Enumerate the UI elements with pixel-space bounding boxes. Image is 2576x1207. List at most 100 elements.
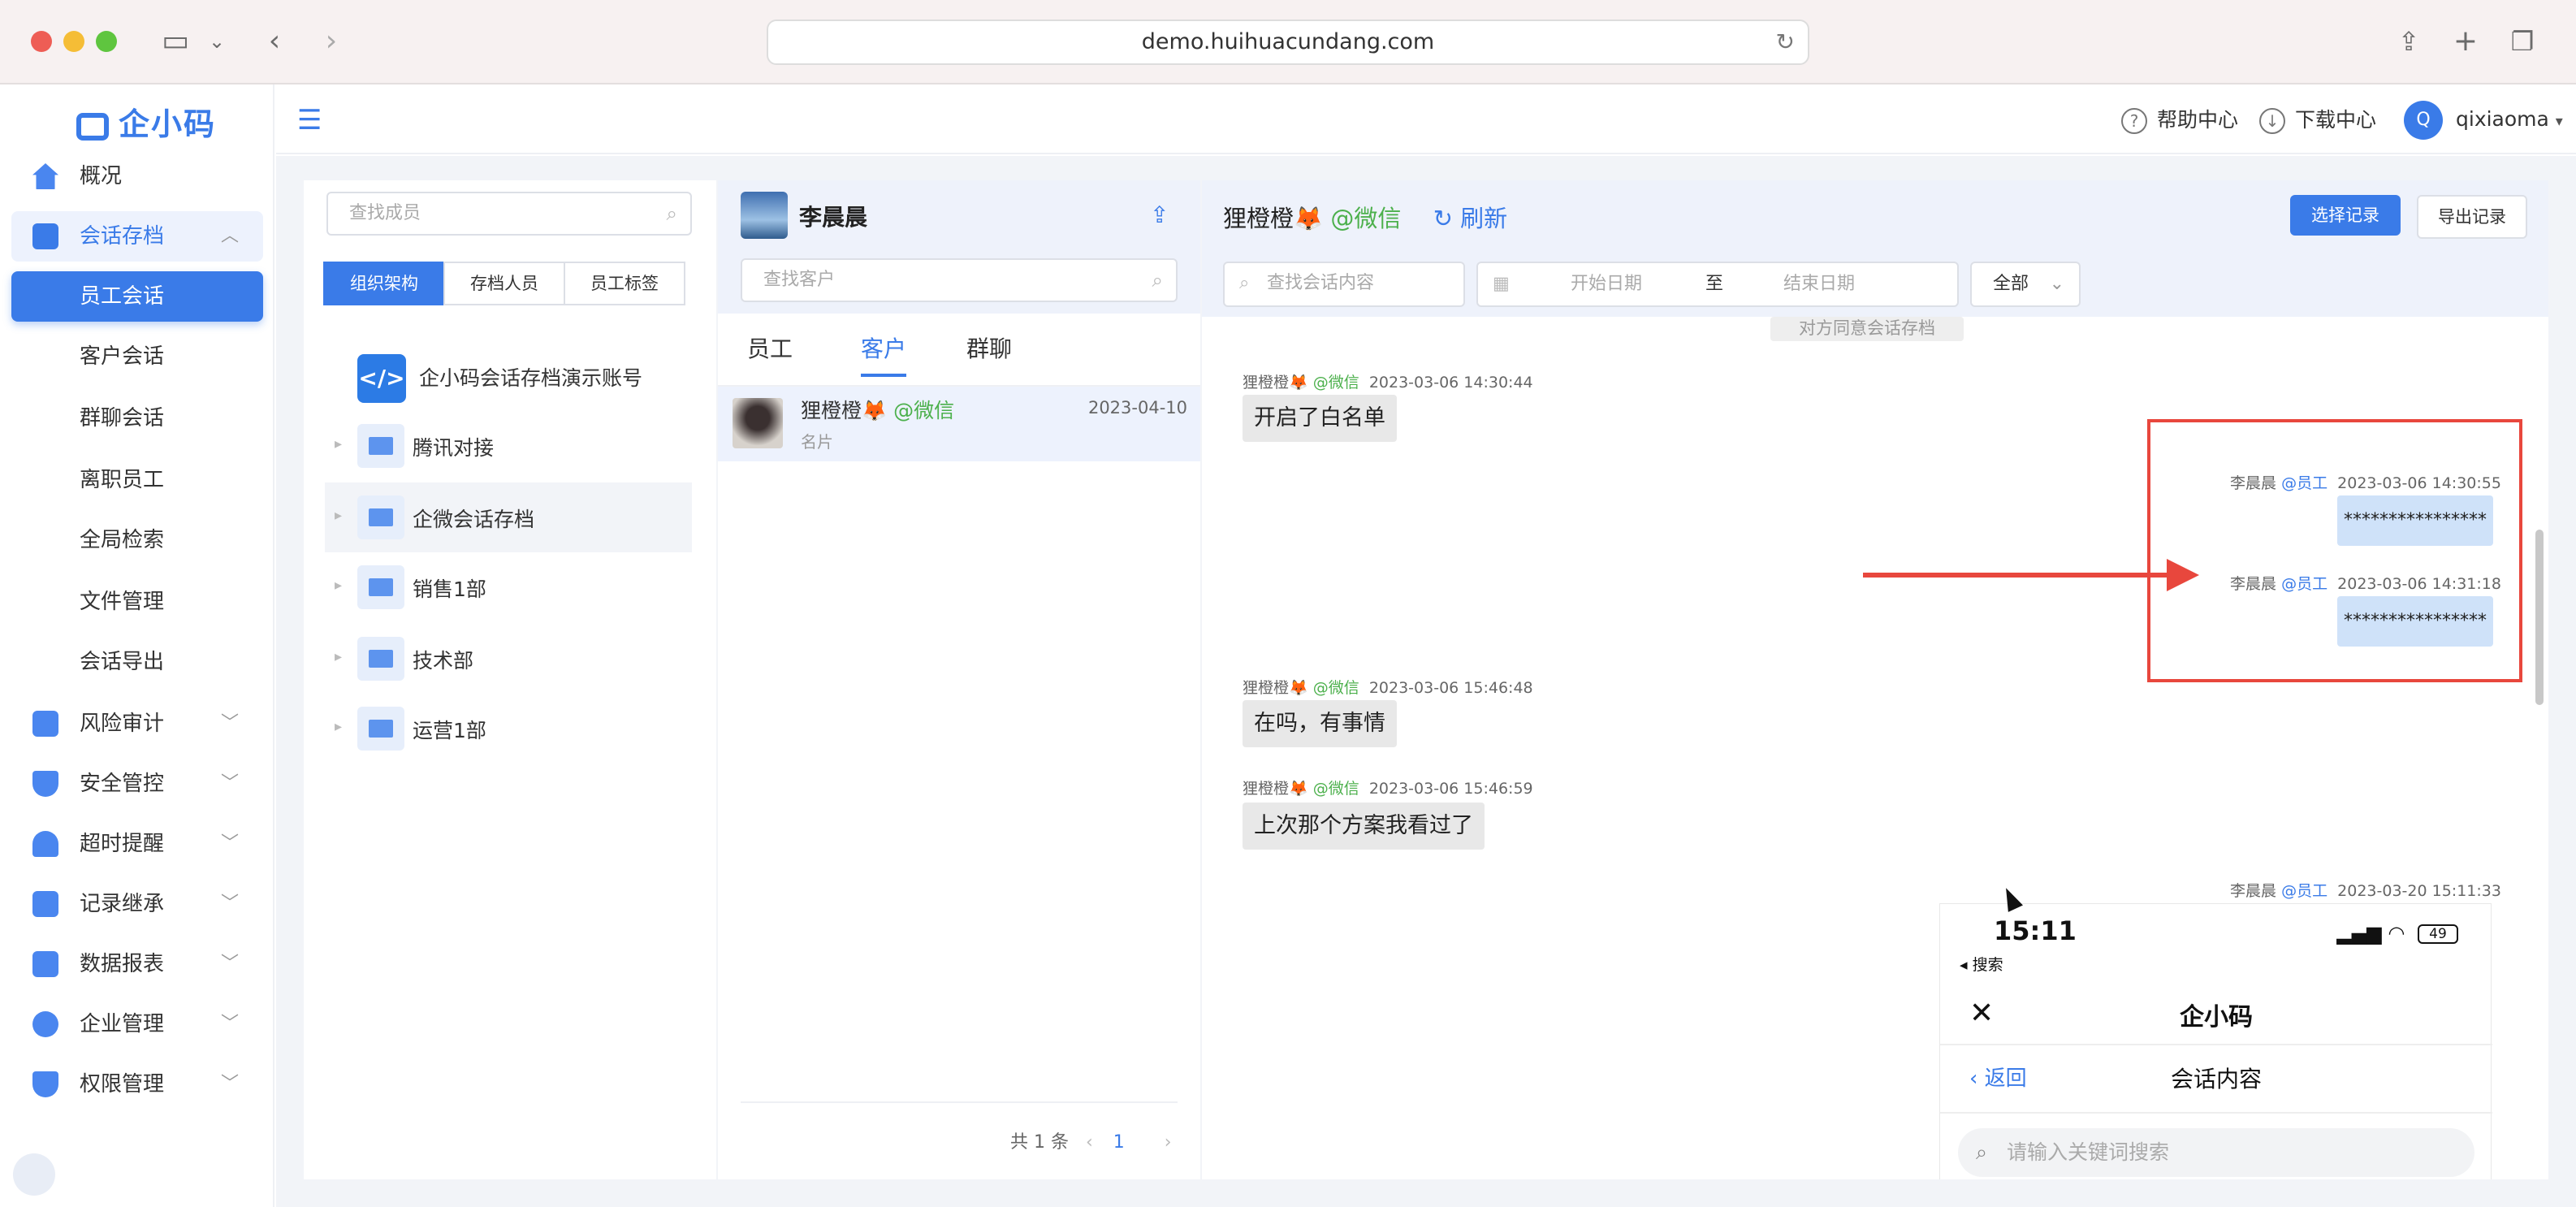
members-panel: 查找成员 ⌕ 组织架构 存档人员 员工标签 </> 企小码会话存档演示账号 ▸ … <box>304 180 716 1179</box>
tabs-overview-icon[interactable]: ❐ <box>2506 21 2539 62</box>
user-menu[interactable]: qixiaoma ▾ <box>2456 107 2563 131</box>
home-icon <box>32 163 58 189</box>
tab-customers[interactable]: 客户 <box>861 331 906 364</box>
select-records-button[interactable]: 选择记录 <box>2290 195 2401 236</box>
minimize-window-button[interactable] <box>63 31 84 52</box>
customer-name: 狸橙橙🦊 <box>801 399 888 422</box>
chat-scrollbar[interactable] <box>2535 530 2544 705</box>
sidebar-subitem-resigned[interactable]: 离职员工 <box>11 455 263 505</box>
phone-clock: 15:11 <box>1994 915 2077 946</box>
close-window-button[interactable] <box>31 31 52 52</box>
refresh-icon: ↻ <box>1433 205 1453 232</box>
sidebar-item-risk-audit[interactable]: 风险审计 ﹀ <box>11 699 263 749</box>
chevron-down-icon: ﹀ <box>220 833 239 854</box>
chat-title: 狸橙橙🦊 <box>1223 205 1324 232</box>
phone-status-bar: ▂▄▆ ◠ 49 <box>2336 922 2458 945</box>
annotation-arrow <box>1863 573 2172 578</box>
search-icon: ⌕ <box>1239 273 1250 293</box>
tree-node-dept[interactable]: ▸ 销售1部 <box>325 552 692 622</box>
share-icon[interactable]: ⇪ <box>2392 21 2425 62</box>
page-number[interactable]: 1 <box>1113 1132 1125 1153</box>
search-icon: ⌕ <box>1976 1140 1988 1164</box>
chevron-down-icon: ⌄ <box>2049 274 2064 294</box>
search-icon: ⌕ <box>1152 269 1163 292</box>
date-range-picker[interactable]: ▦ 开始日期 至 结束日期 <box>1476 262 1959 307</box>
chevron-down-icon: ﹀ <box>220 1074 239 1094</box>
next-page-icon[interactable]: › <box>1165 1132 1172 1153</box>
sidebar-subitem-employee-chat[interactable]: 员工会话 <box>11 271 263 322</box>
company-icon <box>32 1011 58 1037</box>
reload-icon[interactable]: ↻ <box>1776 21 1795 63</box>
tree-node-dept[interactable]: ▸ 技术部 <box>325 624 692 694</box>
system-notice: 对方同意会话存档 <box>1770 317 1964 341</box>
signal-icon: ▂▄▆ <box>2336 922 2382 945</box>
tab-groups[interactable]: 群聊 <box>966 331 1012 364</box>
lock-icon <box>32 1071 58 1097</box>
sidebar-subitem-global-search[interactable]: 全局检索 <box>11 515 263 565</box>
sidebar-subitem-files[interactable]: 文件管理 <box>11 577 263 627</box>
collapse-menu-icon[interactable]: ☰ <box>297 104 322 136</box>
document-icon[interactable] <box>13 1153 55 1196</box>
caret-right-icon: ▸ <box>335 507 343 524</box>
annotation-highlight-box <box>2147 419 2522 682</box>
help-center-link[interactable]: ? 帮助中心 <box>2121 104 2238 136</box>
image-message[interactable]: 15:11 ◂ 搜索 ▂▄▆ ◠ 49 企小码 ✕ 会话内容 ‹ 返回 ⌕ 请输… <box>1939 903 2492 1179</box>
sidebar-toggle-icon[interactable]: ▭ <box>156 21 195 62</box>
employee-name: 李晨晨 <box>799 204 868 231</box>
forward-icon[interactable]: › <box>315 21 348 62</box>
tree-node-dept[interactable]: ▸ 企微会话存档 <box>325 482 692 552</box>
prev-page-icon[interactable]: ‹ <box>1086 1132 1093 1153</box>
sidebar-item-archive[interactable]: 会话存档 ︿ <box>11 211 263 262</box>
avatar[interactable]: Q <box>2404 101 2443 140</box>
back-icon[interactable]: ‹ <box>258 21 291 62</box>
refresh-button[interactable]: ↻ 刷新 <box>1433 205 1508 232</box>
archive-icon <box>32 223 58 249</box>
chevron-down-icon[interactable]: ⌄ <box>205 21 229 62</box>
message-meta: 李晨晨 @员工 2023-03-20 15:11:33 <box>2230 882 2501 900</box>
tab-employees[interactable]: 员工 <box>747 331 793 364</box>
inherit-icon <box>32 891 58 917</box>
list-item[interactable]: 狸橙橙🦊 @微信 2023-04-10 名片 <box>718 387 1200 461</box>
logo-text: 企小码 <box>119 106 217 142</box>
tab-staff-tags[interactable]: 员工标签 <box>564 262 685 305</box>
sidebar-item-timeout[interactable]: 超时提醒 ﹀ <box>11 819 263 869</box>
sidebar-item-inherit[interactable]: 记录继承 ﹀ <box>11 879 263 929</box>
sidebar-item-overview[interactable]: 概况 <box>11 151 263 201</box>
tree-node-dept[interactable]: ▸ 腾讯对接 <box>325 411 692 481</box>
new-tab-icon[interactable]: + <box>2449 21 2482 62</box>
sidebar-subitem-export[interactable]: 会话导出 <box>11 637 263 687</box>
chevron-down-icon: ﹀ <box>220 773 239 794</box>
export-records-button[interactable]: 导出记录 <box>2417 195 2527 239</box>
cloud-download-icon: ↓ <box>2259 108 2285 134</box>
chat-search-input[interactable]: ⌕ 查找会话内容 <box>1223 262 1465 307</box>
message-bubble: 开启了白名单 <box>1243 395 1397 442</box>
sidebar: 企小码 概况 会话存档 ︿ 员工会话 客户会话 群聊会话 离职员工 全局检索 文… <box>0 84 274 1207</box>
sidebar-item-security[interactable]: 安全管控 ﹀ <box>11 759 263 809</box>
divider <box>1940 1112 2492 1114</box>
member-search-input[interactable]: 查找成员 ⌕ <box>326 192 692 236</box>
tree-node-dept[interactable]: ▸ 运营1部 <box>325 694 692 764</box>
customer-search-input[interactable]: 查找客户 ⌕ <box>741 258 1178 302</box>
battery-icon: 49 <box>2418 924 2458 944</box>
sidebar-item-reports[interactable]: 数据报表 ﹀ <box>11 939 263 989</box>
logo: 企小码 <box>76 99 216 144</box>
export-icon[interactable]: ⇪ <box>1150 201 1169 228</box>
corp-code-icon: </> <box>357 354 406 403</box>
chart-icon <box>32 951 58 977</box>
last-message-date: 2023-04-10 <box>1087 398 1187 417</box>
url-text: demo.huihuacundang.com <box>1141 29 1435 54</box>
sidebar-subitem-group-chat[interactable]: 群聊会话 <box>11 393 263 443</box>
sidebar-subitem-customer-chat[interactable]: 客户会话 <box>11 331 263 382</box>
sidebar-item-company[interactable]: 企业管理 ﹀ <box>11 999 263 1049</box>
message-type-select[interactable]: 全部 ⌄ <box>1970 262 2081 307</box>
caret-right-icon: ▸ <box>335 577 343 594</box>
address-bar[interactable]: demo.huihuacundang.com ↻ <box>767 19 1809 65</box>
maximize-window-button[interactable] <box>96 31 117 52</box>
wifi-icon: ◠ <box>2388 922 2405 945</box>
sidebar-item-permissions[interactable]: 权限管理 ﹀ <box>11 1059 263 1110</box>
phone-back-link: ‹ 返回 <box>1969 1066 2027 1091</box>
tab-archived-staff[interactable]: 存档人员 <box>443 262 565 305</box>
tab-org-structure[interactable]: 组织架构 <box>323 262 445 305</box>
search-icon: ⌕ <box>666 202 677 225</box>
download-center-link[interactable]: ↓ 下载中心 <box>2259 104 2376 136</box>
